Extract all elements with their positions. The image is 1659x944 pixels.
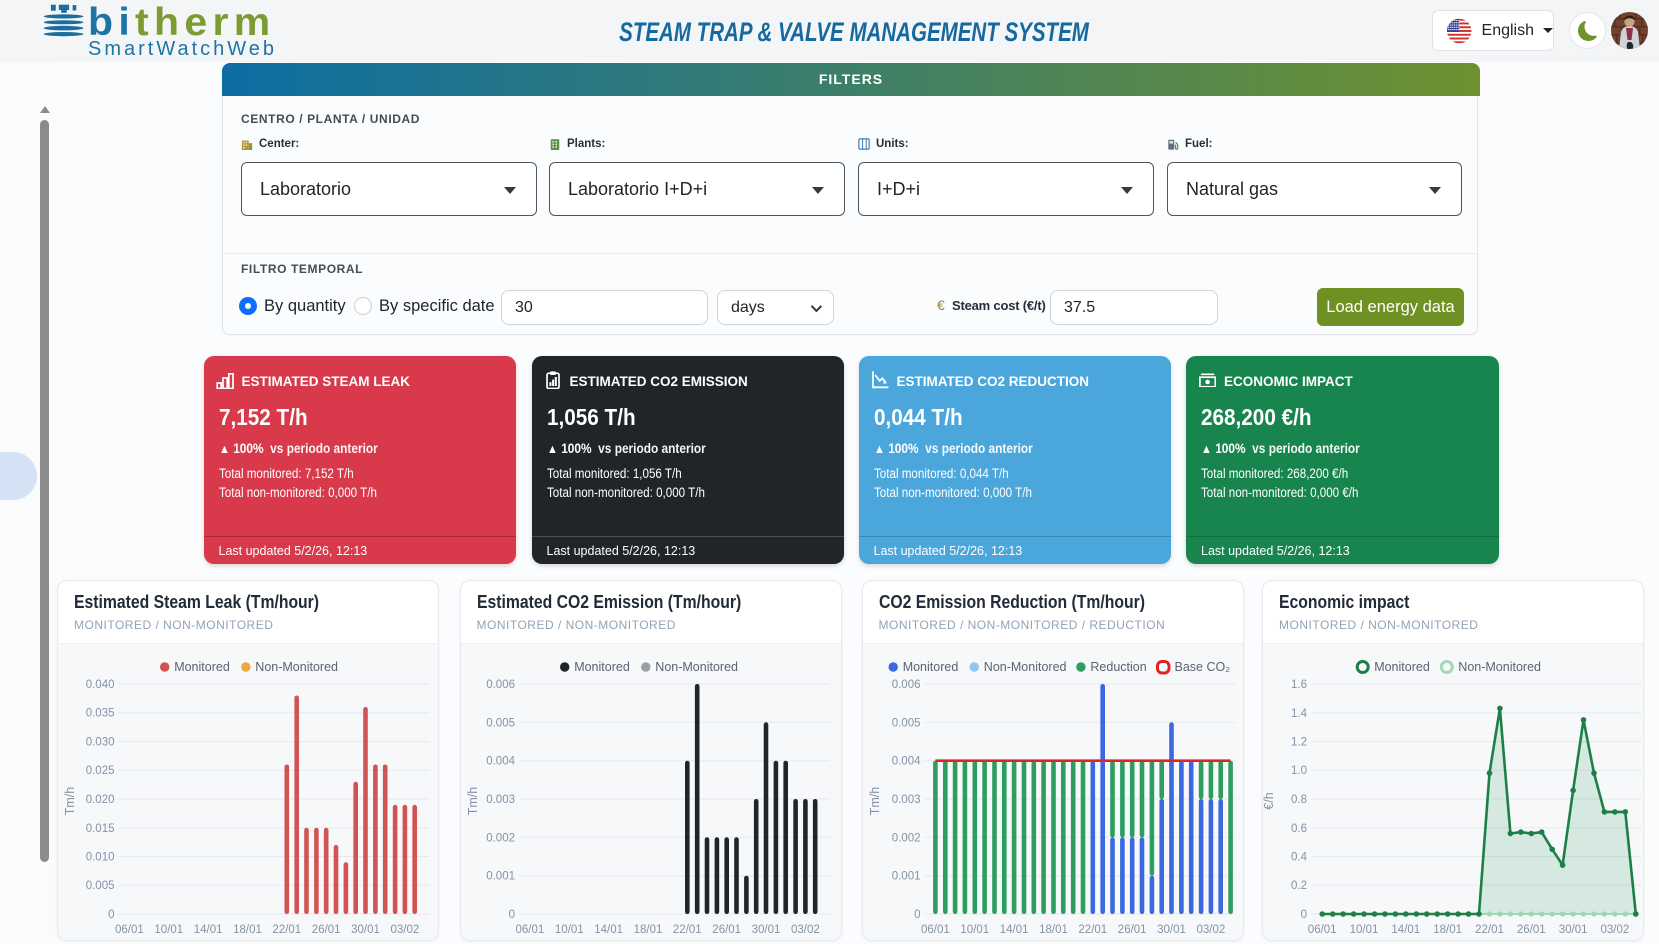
svg-text:03/02: 03/02	[1601, 924, 1630, 936]
svg-text:14/01: 14/01	[999, 924, 1028, 936]
svg-text:22/01: 22/01	[1078, 924, 1107, 936]
svg-text:06/01: 06/01	[1308, 924, 1337, 936]
svg-text:0.001: 0.001	[486, 871, 515, 883]
svg-text:0.006: 0.006	[891, 679, 920, 691]
svg-text:03/02: 03/02	[1196, 924, 1225, 936]
svg-text:0.4: 0.4	[1291, 852, 1308, 864]
svg-text:06/01: 06/01	[921, 924, 950, 936]
svg-text:0.6: 0.6	[1291, 823, 1307, 835]
svg-text:Non-Monitored: Non-Monitored	[255, 660, 338, 674]
svg-text:0.8: 0.8	[1291, 794, 1307, 806]
svg-text:1.4: 1.4	[1291, 708, 1308, 720]
svg-text:10/01: 10/01	[1350, 924, 1379, 936]
svg-text:14/01: 14/01	[1391, 924, 1420, 936]
svg-text:10/01: 10/01	[960, 924, 989, 936]
svg-text:0.001: 0.001	[891, 871, 920, 883]
svg-text:14/01: 14/01	[194, 924, 223, 936]
svg-text:0.035: 0.035	[86, 708, 115, 720]
svg-text:0.005: 0.005	[86, 880, 115, 892]
svg-text:Monitored: Monitored	[1374, 660, 1430, 674]
svg-text:14/01: 14/01	[594, 924, 623, 936]
svg-text:Base CO₂: Base CO₂	[1174, 660, 1230, 674]
svg-text:Monitored: Monitored	[902, 660, 958, 674]
svg-text:30/01: 30/01	[1559, 924, 1588, 936]
svg-text:18/01: 18/01	[633, 924, 662, 936]
svg-text:Tm/h: Tm/h	[466, 787, 480, 816]
svg-text:26/01: 26/01	[712, 924, 741, 936]
svg-text:30/01: 30/01	[351, 924, 380, 936]
svg-text:1.0: 1.0	[1291, 765, 1307, 777]
svg-text:18/01: 18/01	[1433, 924, 1462, 936]
svg-text:0.003: 0.003	[486, 794, 515, 806]
svg-text:0: 0	[914, 909, 920, 921]
svg-text:Tm/h: Tm/h	[63, 787, 77, 816]
svg-text:26/01: 26/01	[1517, 924, 1546, 936]
svg-text:Non-Monitored: Non-Monitored	[1458, 660, 1541, 674]
svg-text:10/01: 10/01	[154, 924, 183, 936]
svg-text:22/01: 22/01	[672, 924, 701, 936]
svg-text:0.025: 0.025	[86, 765, 115, 777]
svg-text:1.2: 1.2	[1291, 737, 1307, 749]
svg-text:Reduction: Reduction	[1090, 660, 1146, 674]
svg-text:10/01: 10/01	[554, 924, 583, 936]
svg-text:0.030: 0.030	[86, 737, 115, 749]
svg-text:1.6: 1.6	[1291, 679, 1307, 691]
svg-text:Tm/h: Tm/h	[868, 787, 882, 816]
svg-text:03/02: 03/02	[391, 924, 420, 936]
svg-text:0.040: 0.040	[86, 679, 115, 691]
svg-text:18/01: 18/01	[1039, 924, 1068, 936]
svg-text:06/01: 06/01	[515, 924, 544, 936]
svg-text:0.003: 0.003	[891, 794, 920, 806]
svg-text:03/02: 03/02	[791, 924, 820, 936]
svg-text:0.002: 0.002	[486, 832, 515, 844]
svg-text:€/h: €/h	[1263, 792, 1276, 809]
svg-text:Non-Monitored: Non-Monitored	[983, 660, 1066, 674]
svg-text:0.010: 0.010	[86, 852, 115, 864]
svg-text:0.004: 0.004	[486, 756, 515, 768]
svg-text:0.002: 0.002	[891, 832, 920, 844]
svg-text:0: 0	[508, 909, 514, 921]
svg-text:0.015: 0.015	[86, 823, 115, 835]
svg-text:18/01: 18/01	[233, 924, 262, 936]
svg-text:0.020: 0.020	[86, 794, 115, 806]
svg-text:Monitored: Monitored	[174, 660, 230, 674]
svg-text:0: 0	[108, 909, 114, 921]
svg-text:0.005: 0.005	[891, 717, 920, 729]
svg-text:22/01: 22/01	[1475, 924, 1504, 936]
svg-text:0.006: 0.006	[486, 679, 515, 691]
svg-text:0.005: 0.005	[486, 717, 515, 729]
svg-text:06/01: 06/01	[115, 924, 144, 936]
svg-text:0: 0	[1301, 909, 1307, 921]
svg-text:26/01: 26/01	[312, 924, 341, 936]
svg-text:30/01: 30/01	[1157, 924, 1186, 936]
svg-text:Monitored: Monitored	[574, 660, 630, 674]
svg-text:0.004: 0.004	[891, 756, 920, 768]
svg-text:22/01: 22/01	[272, 924, 301, 936]
svg-text:26/01: 26/01	[1117, 924, 1146, 936]
svg-text:30/01: 30/01	[751, 924, 780, 936]
svg-text:0.2: 0.2	[1291, 880, 1307, 892]
svg-text:Non-Monitored: Non-Monitored	[655, 660, 738, 674]
